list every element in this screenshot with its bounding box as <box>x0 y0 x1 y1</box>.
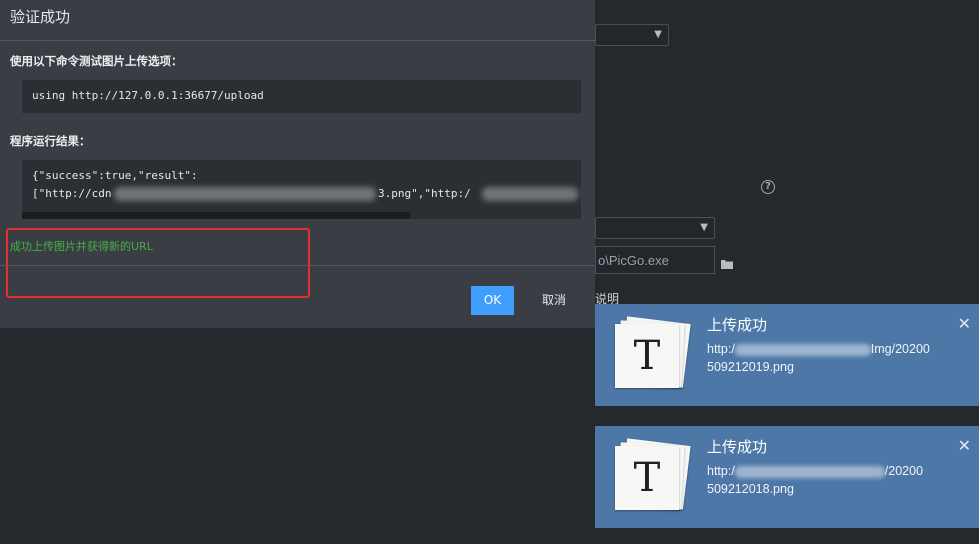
cancel-button[interactable]: 取消 <box>530 286 578 315</box>
logo-letter: T <box>633 333 661 379</box>
upload-success-toast[interactable]: T 上传成功 http://20200 509212018.png ✕ <box>595 426 979 528</box>
footer-divider <box>0 265 595 266</box>
toast-title: 上传成功 <box>707 438 768 456</box>
chevron-down-icon: ▼ <box>654 29 662 40</box>
title-divider <box>0 40 595 41</box>
dialog-title: 验证成功 <box>10 8 71 26</box>
result-label: 程序运行结果： <box>10 134 91 148</box>
typora-logo-icon: T <box>611 316 691 396</box>
command-text: using http://127.0.0.1:36677/upload <box>32 89 264 102</box>
typora-logo-icon: T <box>611 438 691 518</box>
annotation-highlight-box <box>6 228 310 298</box>
settings-select-2[interactable]: ▼ <box>595 217 715 239</box>
toast-message: http:/Img/20200 509212019.png <box>707 342 930 374</box>
result-line-2-end: 3.png","http:/ <box>378 187 471 200</box>
folder-icon[interactable] <box>721 254 733 273</box>
command-label: 使用以下命令测试图片上传选项： <box>10 54 183 68</box>
close-icon[interactable]: ✕ <box>958 314 971 333</box>
result-line-1: {"success":true,"result": <box>32 169 198 182</box>
logo-letter: T <box>633 455 661 501</box>
redacted-url <box>482 187 578 201</box>
command-code-box: using http://127.0.0.1:36677/upload <box>22 80 581 113</box>
app-path-input[interactable]: o\PicGo.exe <box>595 246 715 274</box>
verify-success-dialog: 验证成功 使用以下命令测试图片上传选项： using http://127.0.… <box>0 0 595 328</box>
result-code-box[interactable]: {"success":true,"result": ["http://cdn 3… <box>22 160 581 219</box>
toast-message: http://20200 509212018.png <box>707 464 924 496</box>
settings-select-1[interactable]: ▼ <box>595 24 669 46</box>
help-icon[interactable]: ? <box>761 180 775 194</box>
upload-success-toast[interactable]: T 上传成功 http:/Img/20200 509212019.png ✕ <box>595 304 979 406</box>
toast-title: 上传成功 <box>707 316 768 334</box>
ok-button[interactable]: OK <box>471 286 514 315</box>
chevron-down-icon: ▼ <box>700 222 708 233</box>
horizontal-scrollbar[interactable] <box>22 212 410 219</box>
redacted-url <box>114 187 376 201</box>
close-icon[interactable]: ✕ <box>958 436 971 455</box>
result-line-2-start: ["http://cdn <box>32 187 112 200</box>
